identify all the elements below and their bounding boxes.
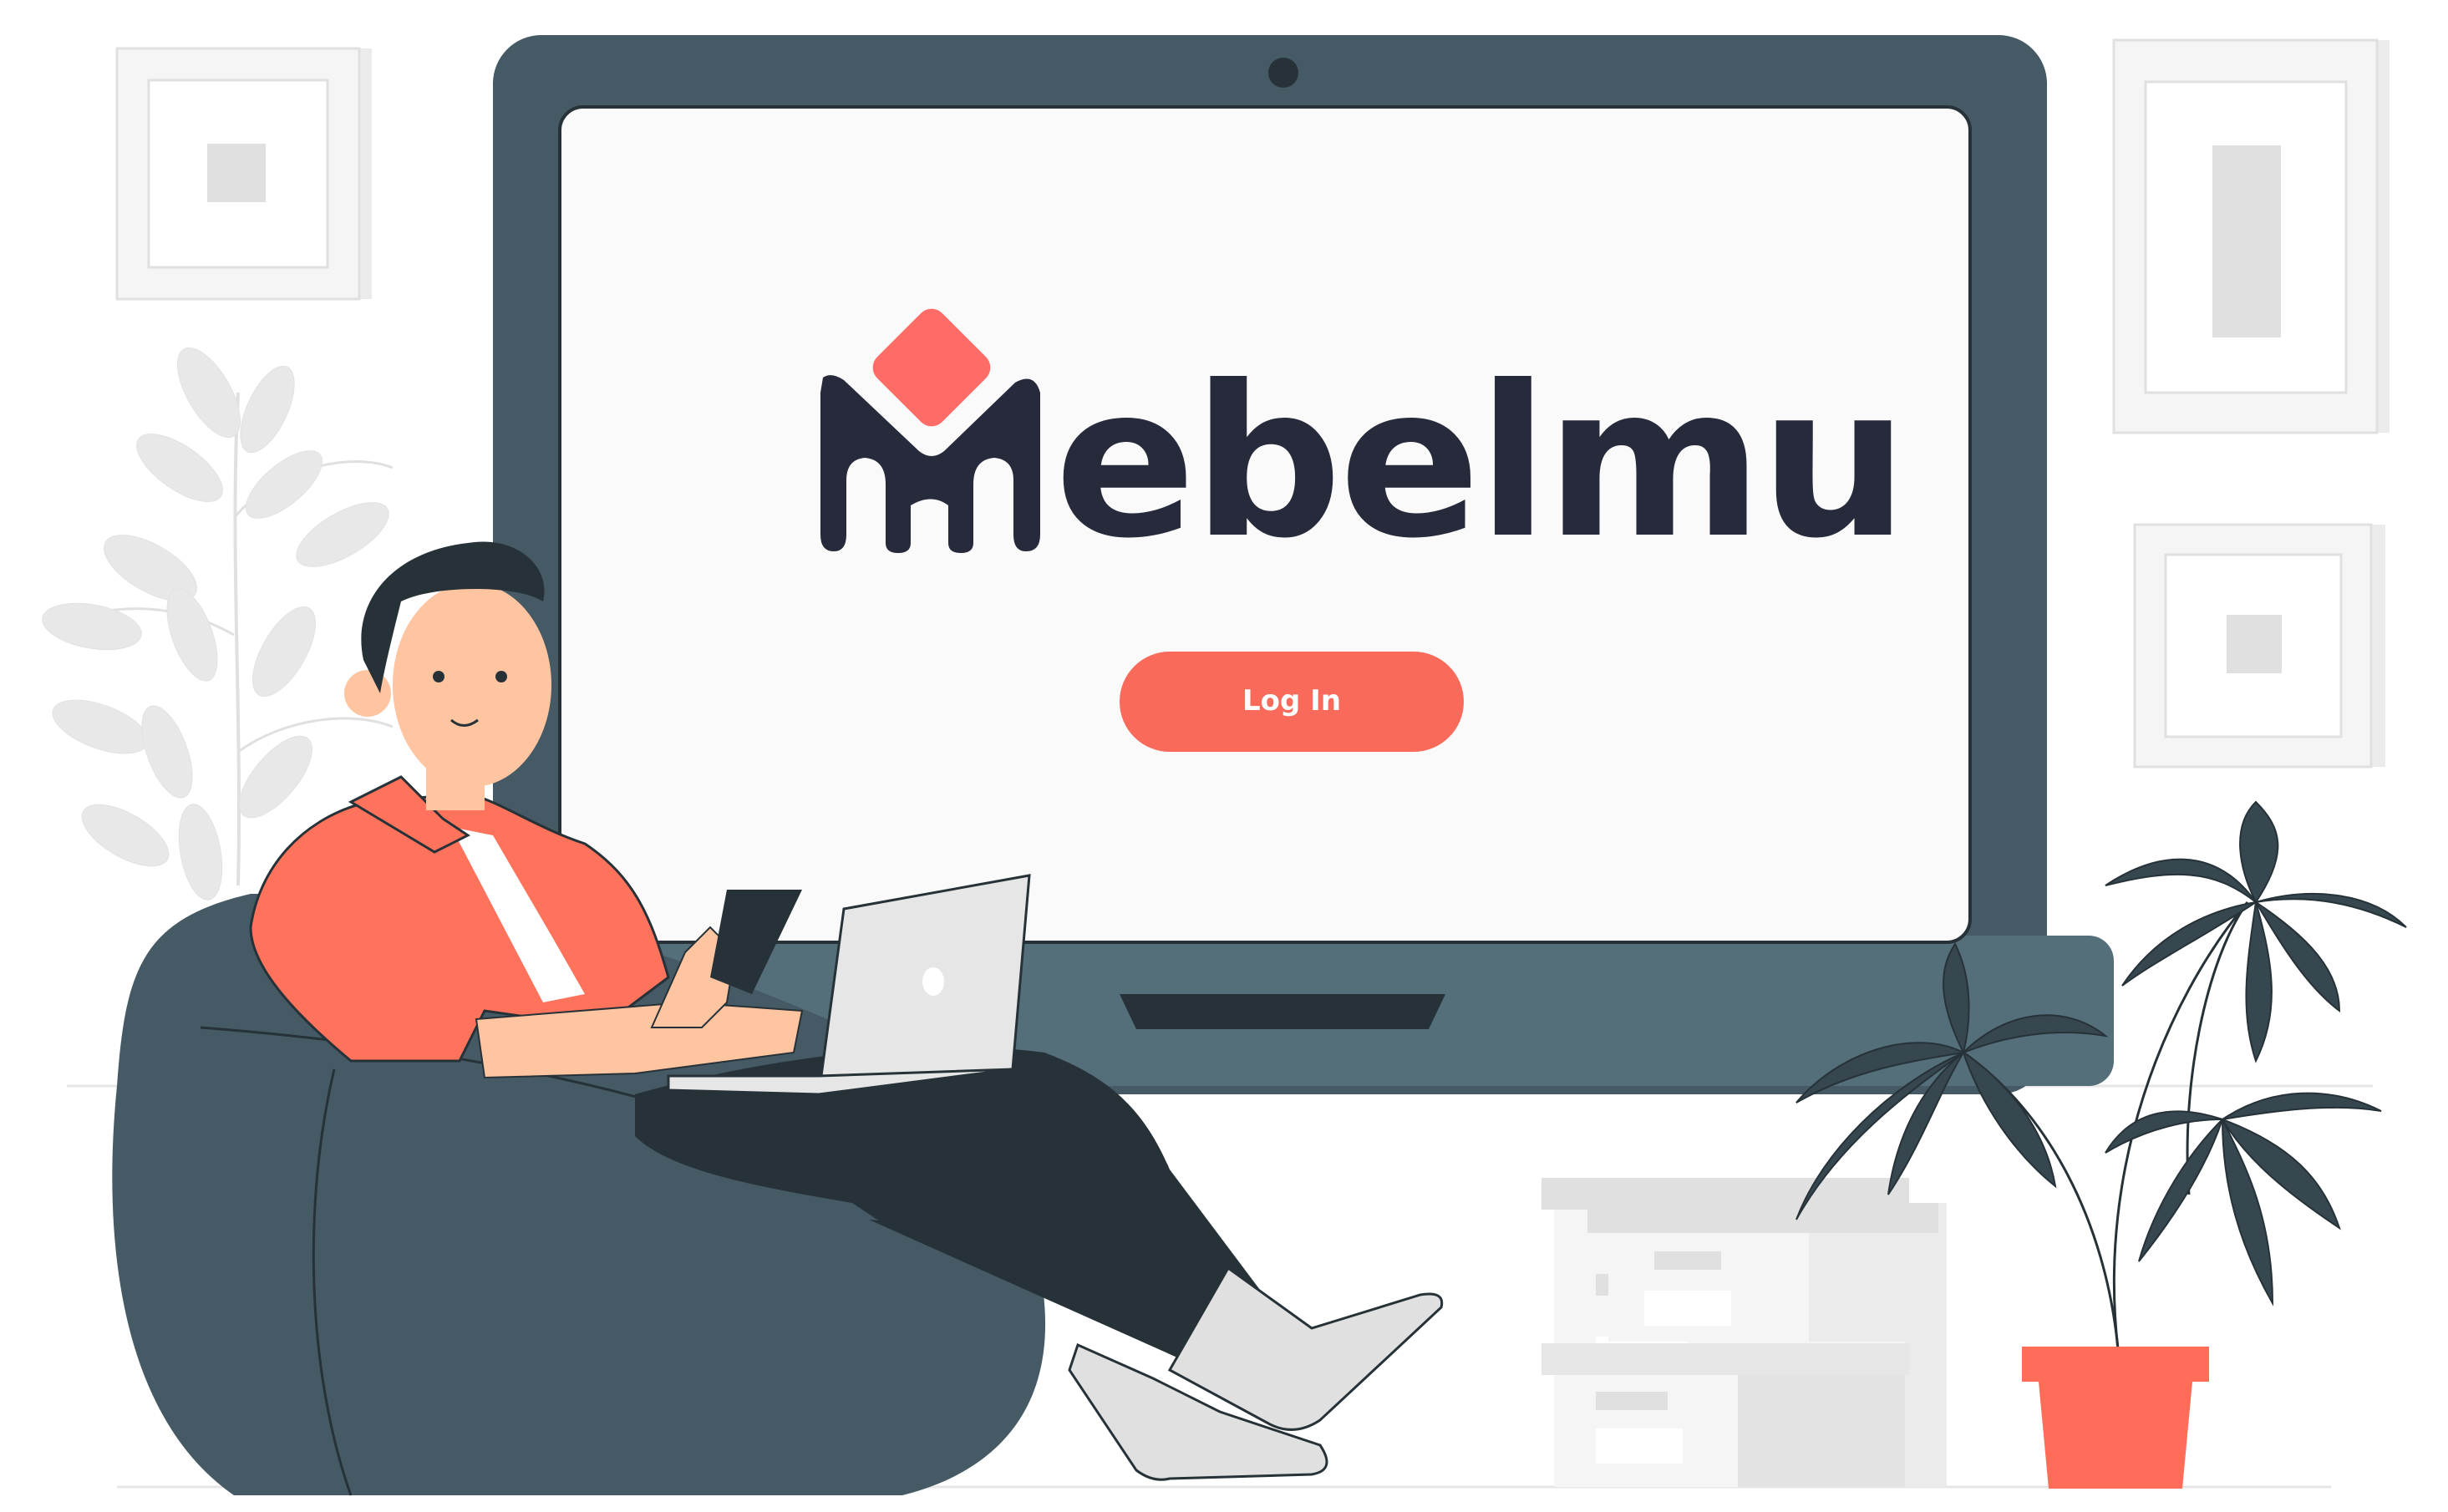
picture-frame-left [115, 47, 372, 301]
brand-name-text: ebelmu [1054, 341, 1905, 584]
picture-frame-right-small [2133, 523, 2385, 769]
login-button[interactable]: Log In [1120, 652, 1464, 752]
picture-frame-right-tall [2112, 38, 2390, 434]
illustration-scene: ebelmu Log In [42, 35, 2407, 1496]
webcam-icon [1268, 58, 1298, 88]
storage-boxes [1541, 1178, 1947, 1487]
login-button-label: Log In [1242, 684, 1341, 718]
apple-logo-icon [922, 967, 944, 996]
